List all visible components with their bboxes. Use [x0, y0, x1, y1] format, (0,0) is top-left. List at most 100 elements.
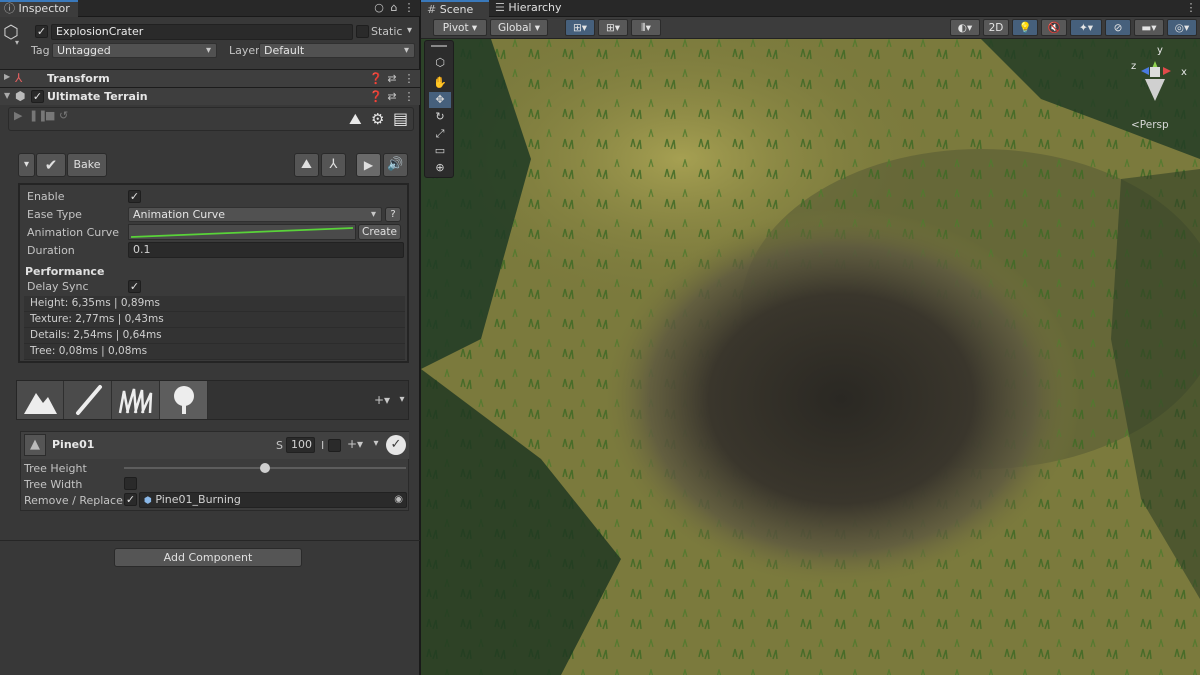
rotate-tool-icon[interactable]: ↻	[429, 109, 451, 125]
object-name-field[interactable]: ExplosionCrater	[51, 24, 353, 40]
lighting-icon[interactable]: 💡	[1012, 19, 1038, 36]
curve-graph	[130, 227, 354, 238]
increment-snap-icon[interactable]: ⫴▾	[631, 19, 661, 36]
preset-icon[interactable]: ⇄	[386, 90, 398, 104]
global-dropdown[interactable]: Global ▾	[490, 19, 548, 36]
collapse-arrow-icon[interactable]: ▼	[4, 91, 10, 100]
remove-replace-checkbox[interactable]: ✓	[124, 493, 137, 506]
settings-box: Enable ✓ Ease Type Animation Curve ? Ani…	[18, 183, 409, 363]
2d-label: 2D	[988, 22, 1004, 34]
tab-scene[interactable]: # Scene	[421, 0, 489, 17]
scene-grid-icon: #	[427, 3, 437, 16]
static-dropdown-icon[interactable]: ▾	[407, 25, 412, 36]
bake-button[interactable]: Bake	[67, 153, 107, 177]
transform-tool-icon[interactable]: ⊕	[429, 160, 451, 176]
scene-menu-icon[interactable]: ⋮	[1185, 1, 1197, 15]
static-checkbox[interactable]	[356, 25, 369, 38]
help-icon[interactable]: ❓	[369, 72, 383, 86]
ease-type-dropdown[interactable]: Animation Curve	[128, 207, 382, 222]
ease-help-button[interactable]: ?	[385, 207, 401, 222]
apply-check-button[interactable]: ✔	[36, 153, 66, 177]
transform-header[interactable]: ▶ ⅄ Transform ❓ ⇄ ⋮	[0, 69, 420, 87]
instance-checkbox[interactable]	[328, 439, 341, 452]
expand-arrow-icon[interactable]: ▶	[4, 72, 10, 81]
scale-tool-icon[interactable]: ⤢	[429, 126, 451, 142]
visibility-icon[interactable]: ⊘	[1105, 19, 1131, 36]
duration-field[interactable]: 0.1	[128, 242, 404, 258]
remove-replace-label: Remove / Replace	[24, 494, 123, 507]
curve-line	[130, 227, 354, 238]
help-icon[interactable]: ❓	[369, 90, 383, 104]
ultimate-terrain-header[interactable]: ▼ ⬢ ✓ Ultimate Terrain ❓ ⇄ ⋮	[0, 87, 420, 105]
play-preview-icon[interactable]: ▶	[356, 153, 381, 177]
2d-toggle[interactable]: 2D	[983, 19, 1009, 36]
enable-checkbox[interactable]: ✓	[128, 190, 141, 203]
delay-sync-checkbox[interactable]: ✓	[128, 280, 141, 293]
scene-viewport[interactable]: ⬡ ✋ ✥ ↻ ⤢ ▭ ⊕ y x z <Persp	[421, 39, 1200, 675]
move-tool-icon[interactable]: ✥	[429, 92, 451, 108]
ease-help-label: ?	[390, 209, 396, 220]
replace-object-field[interactable]: ⬢ Pine01_Burning ◉	[139, 492, 407, 508]
audio-icon[interactable]: 🔊	[383, 153, 408, 177]
pine-thumbnail-icon[interactable]: ▲	[24, 434, 46, 456]
terrain-render	[421, 39, 1200, 675]
stat-texture: Texture: 2,77ms | 0,43ms	[24, 312, 405, 328]
grid-view-icon[interactable]: ⊞▾	[598, 19, 628, 36]
pivot-tool-icon[interactable]: ⅄	[321, 153, 346, 177]
lock-icon[interactable]: ○	[373, 1, 385, 15]
effects-icon[interactable]: ✦▾	[1070, 19, 1102, 36]
orientation-gizmo[interactable]: y x z <Persp	[1123, 41, 1195, 131]
draw-mode-icon[interactable]: ◐▾	[950, 19, 980, 36]
stop-icon[interactable]: ■	[45, 109, 55, 122]
tree-add-dropdown-icon[interactable]: +▾	[343, 437, 367, 451]
perspective-label[interactable]: <Persp	[1131, 119, 1169, 131]
rect-tool-icon[interactable]: ▭	[429, 143, 451, 159]
bake-options-dropdown[interactable]: ▾	[18, 153, 35, 177]
more-options-icon[interactable]: ⋮	[403, 1, 415, 15]
paint-brush-icon[interactable]	[64, 381, 112, 419]
tree-options-dropdown-icon[interactable]: ▾	[370, 437, 382, 451]
hand-tool-icon[interactable]: ✋	[429, 75, 451, 91]
tree-height-slider-thumb[interactable]	[260, 463, 270, 473]
preset-icon[interactable]: ⇄	[386, 72, 398, 86]
animation-curve-field[interactable]	[128, 224, 356, 240]
active-checkbox[interactable]: ✓	[35, 25, 48, 38]
gizmo-axes-svg	[1141, 61, 1171, 101]
strip-handle-icon[interactable]	[431, 45, 447, 47]
gizmos-icon[interactable]: ◎▾	[1167, 19, 1197, 36]
tab-inspector[interactable]: ⓘ Inspector	[0, 0, 78, 17]
add-component-button[interactable]: Add Component	[114, 548, 302, 567]
camera-icon[interactable]: ▬▾	[1134, 19, 1164, 36]
tree-width-checkbox[interactable]	[124, 477, 137, 490]
lock-toggle-icon[interactable]: ⌂	[388, 1, 400, 15]
document-icon[interactable]: ▤	[393, 109, 408, 128]
object-picker-icon[interactable]: ◉	[394, 493, 403, 507]
scale-field[interactable]: 100	[286, 437, 315, 453]
scale-label: S	[276, 439, 283, 452]
tree-height-slider[interactable]	[124, 463, 406, 473]
play-icon[interactable]: ▶	[14, 109, 22, 122]
height-tool-icon[interactable]: ⛰	[294, 153, 319, 177]
component-menu-icon[interactable]: ⋮	[403, 72, 415, 86]
reset-icon[interactable]: ↺	[59, 109, 68, 122]
bake-label: Bake	[73, 158, 101, 171]
create-button[interactable]: Create	[358, 224, 401, 240]
pivot-dropdown[interactable]: Pivot ▾	[433, 19, 487, 36]
icon-dropdown-icon[interactable]: ▾	[15, 38, 19, 47]
tree-icon[interactable]	[160, 381, 208, 419]
terrain-raise-icon[interactable]	[17, 381, 64, 419]
grass-icon[interactable]	[112, 381, 160, 419]
view-cube-icon[interactable]: ⬡	[429, 55, 451, 71]
terrain-settings-icon[interactable]: ⛰	[349, 110, 362, 128]
component-menu-icon[interactable]: ⋮	[403, 90, 415, 104]
tag-dropdown[interactable]: Untagged	[52, 43, 217, 58]
tab-hierarchy[interactable]: ☰ Hierarchy	[489, 0, 579, 17]
tree-tabs-menu-icon[interactable]: ▾	[396, 393, 408, 407]
component-enabled-checkbox[interactable]: ✓	[31, 90, 44, 103]
add-tree-dropdown-icon[interactable]: +▾	[370, 393, 394, 407]
tree-enabled-check-icon[interactable]: ✓	[386, 435, 406, 455]
grid-snap-icon[interactable]: ⊞▾	[565, 19, 595, 36]
globe-settings-icon[interactable]: ⚙	[371, 110, 384, 128]
audio-toggle-icon[interactable]: 🔇	[1041, 19, 1067, 36]
layer-dropdown[interactable]: Default	[259, 43, 415, 58]
